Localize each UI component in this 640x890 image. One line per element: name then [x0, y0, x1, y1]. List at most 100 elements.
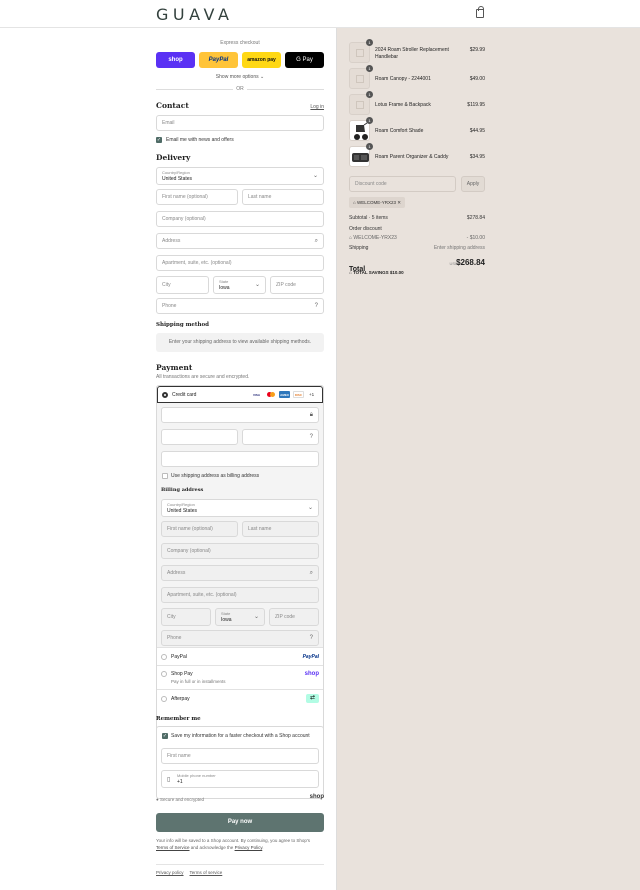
- news-checkbox[interactable]: ✓: [156, 137, 162, 143]
- billing-state-value: Iowa: [221, 617, 232, 623]
- delivery-heading: Delivery: [156, 153, 191, 162]
- paypal-radio[interactable]: [161, 654, 167, 660]
- email-placeholder: Email: [162, 120, 175, 126]
- mobile-phone-icon: ▯: [167, 777, 171, 783]
- order-discount-row: Order discount: [349, 226, 485, 232]
- footer-terms-link[interactable]: Terms of service: [190, 870, 223, 875]
- news-checkbox-label: Email me with news and offers: [166, 137, 234, 143]
- billing-city-placeholder: City: [167, 614, 176, 620]
- payment-subtitle: All transactions are secure and encrypte…: [156, 374, 250, 380]
- city-placeholder: City: [162, 282, 171, 288]
- billing-apartment-field[interactable]: Apartment, suite, etc. (optional): [161, 587, 319, 603]
- phone-field[interactable]: Phone?: [156, 298, 324, 314]
- express-checkout-label: Express checkout: [220, 40, 260, 46]
- terms-link[interactable]: Terms of Service: [156, 845, 190, 850]
- state-select[interactable]: State Iowa ⌄: [213, 276, 266, 294]
- card-number-field[interactable]: 🔒︎: [161, 407, 319, 423]
- item-name: Lotus Frame & Backpack: [375, 102, 431, 108]
- billing-city-field[interactable]: City: [161, 608, 211, 626]
- cart-item: 1 Lotus Frame & Backpack $119.95: [349, 91, 485, 116]
- billing-last-name-field[interactable]: Last name: [242, 521, 319, 537]
- divider: [156, 864, 324, 865]
- billing-state-select[interactable]: State Iowa ⌄: [215, 608, 265, 626]
- company-field[interactable]: Company (optional): [156, 211, 324, 227]
- quantity-badge: 1: [366, 143, 373, 150]
- quantity-badge: 1: [366, 91, 373, 98]
- billing-country-select[interactable]: Country/Region United States ⌄: [161, 499, 319, 517]
- store-logo[interactable]: GUAVA: [156, 5, 233, 24]
- billing-company-field[interactable]: Company (optional): [161, 543, 319, 559]
- afterpay-option[interactable]: Afterpay ⇄: [157, 690, 323, 708]
- mobile-phone-value: +1: [177, 779, 183, 785]
- billing-state-label: State: [221, 611, 231, 616]
- shop-pay-option[interactable]: Shop Pay Pay in full or in installments …: [157, 666, 323, 690]
- shop-pay-radio[interactable]: [161, 671, 167, 677]
- shipping-row: Shipping Enter shipping address: [349, 245, 485, 251]
- billing-same-checkbox[interactable]: [162, 473, 168, 479]
- email-field[interactable]: Email: [156, 115, 324, 131]
- phone-placeholder: Phone: [162, 303, 177, 309]
- credit-card-radio[interactable]: [162, 392, 168, 398]
- google-pay-express-button[interactable]: G Pay: [285, 52, 324, 68]
- order-discount-label: Order discount: [349, 226, 382, 232]
- image-placeholder-icon: [356, 75, 364, 83]
- billing-address-field[interactable]: Address ⌕: [161, 565, 319, 581]
- company-placeholder: Company (optional): [162, 216, 206, 222]
- afterpay-label: Afterpay: [171, 696, 190, 702]
- item-price: $44.95: [469, 128, 485, 134]
- billing-phone-field[interactable]: Phone?: [161, 630, 319, 646]
- help-icon[interactable]: ?: [310, 635, 313, 641]
- shipping-method-notice: Enter your shipping address to view avai…: [156, 333, 324, 352]
- paypal-label: PayPal: [171, 654, 187, 660]
- discover-icon: DISC: [293, 391, 304, 398]
- billing-first-name-field[interactable]: First name (optional): [161, 521, 238, 537]
- close-icon[interactable]: ✕: [397, 200, 401, 205]
- item-name: Roam Canopy - 2244001: [375, 76, 431, 82]
- last-name-placeholder: Last name: [248, 194, 272, 200]
- help-icon[interactable]: ?: [310, 434, 313, 440]
- billing-zip-field[interactable]: ZIP code: [269, 608, 319, 626]
- save-info-checkbox[interactable]: ✓: [162, 733, 168, 739]
- remember-first-name-field[interactable]: First name: [161, 748, 319, 764]
- more-cards-badge: +1: [309, 392, 315, 397]
- credit-card-form: 🔒︎ ? Use shipping address as billing add…: [157, 403, 323, 648]
- paypal-express-button[interactable]: PayPal: [199, 52, 238, 68]
- footer-privacy-link[interactable]: Privacy policy: [156, 870, 184, 875]
- cart-item: 1 2024 Roam Stroller Replacement Handleb…: [349, 39, 485, 64]
- show-more-options-link[interactable]: Show more options ⌄: [156, 74, 324, 80]
- lock-icon: 🔒︎: [309, 412, 313, 418]
- login-link[interactable]: Log in: [310, 104, 324, 110]
- legal-mid: and acknowledge the: [189, 845, 235, 850]
- search-icon: ⌕: [309, 570, 313, 576]
- help-icon[interactable]: ?: [315, 303, 318, 309]
- city-field[interactable]: City: [156, 276, 209, 294]
- amex-icon: AMEX: [279, 391, 290, 398]
- apartment-field[interactable]: Apartment, suite, etc. (optional): [156, 255, 324, 271]
- mobile-phone-field[interactable]: ▯ Mobile phone number +1: [161, 770, 319, 788]
- privacy-link[interactable]: Privacy Policy: [235, 845, 263, 850]
- afterpay-radio[interactable]: [161, 696, 167, 702]
- chevron-down-icon: ⌄: [307, 505, 313, 511]
- paypal-option[interactable]: PayPal PayPal: [157, 648, 323, 666]
- item-name: Roam Parent Organizer & Caddy: [375, 154, 449, 160]
- pay-now-button[interactable]: Pay now: [156, 813, 324, 832]
- item-name: 2024 Roam Stroller Replacement Handlebar: [375, 47, 449, 60]
- expiration-field[interactable]: [161, 429, 238, 445]
- name-on-card-field[interactable]: [161, 451, 319, 467]
- country-select[interactable]: Country/Region United States ⌄: [156, 167, 324, 185]
- shop-pay-express-button[interactable]: shop: [156, 52, 195, 68]
- credit-card-option[interactable]: Credit card VISA AMEX DISC +1: [157, 386, 323, 403]
- state-label: State: [219, 279, 229, 284]
- first-name-field[interactable]: First name (optional): [156, 189, 238, 205]
- zip-field[interactable]: ZIP code: [270, 276, 324, 294]
- discount-code-input[interactable]: Discount code: [349, 176, 456, 192]
- last-name-field[interactable]: Last name: [242, 189, 324, 205]
- afterpay-logo-icon: ⇄: [306, 694, 319, 703]
- or-separator: OR: [233, 86, 247, 92]
- security-code-field[interactable]: ?: [242, 429, 319, 445]
- total-value: $268.84: [456, 258, 485, 267]
- amazon-pay-express-button[interactable]: amazon pay: [242, 52, 281, 68]
- address-field[interactable]: Address ⌕: [156, 233, 324, 249]
- shopping-bag-icon[interactable]: [476, 6, 484, 18]
- apply-discount-button[interactable]: Apply: [461, 176, 485, 192]
